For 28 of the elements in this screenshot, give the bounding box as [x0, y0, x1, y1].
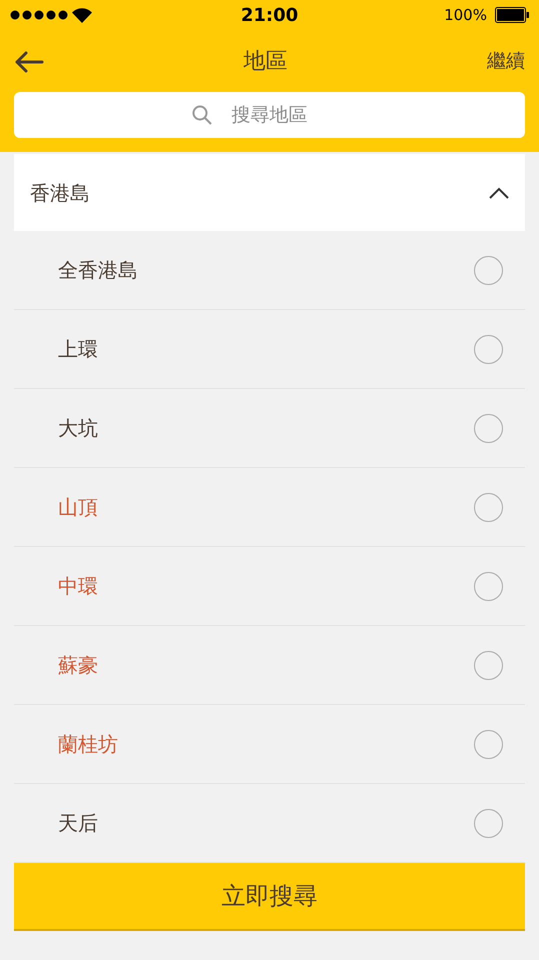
status-time: 21:00: [240, 4, 298, 28]
battery-icon: [494, 7, 529, 23]
signal-icon: [10, 10, 68, 20]
district-label[interactable]: 蘇豪: [58, 650, 98, 680]
search-now-button[interactable]: 立即搜尋: [14, 863, 525, 931]
district-label[interactable]: 中環: [58, 571, 98, 601]
district-label[interactable]: 天后: [58, 808, 98, 838]
section-header[interactable]: 香港島: [14, 154, 525, 231]
radio-button[interactable]: [474, 730, 503, 758]
radio-button[interactable]: [474, 256, 503, 284]
radio-button[interactable]: [474, 414, 503, 442]
back-button[interactable]: [14, 49, 44, 73]
search-icon: [192, 105, 212, 125]
battery-percent: 100%: [444, 4, 487, 26]
district-label[interactable]: 蘭桂坊: [58, 729, 118, 759]
radio-button[interactable]: [474, 334, 503, 364]
radio-button[interactable]: [474, 808, 503, 838]
radio-button[interactable]: [474, 650, 503, 680]
search-field[interactable]: 搜尋地區: [14, 92, 525, 138]
district-label[interactable]: 全香港島: [58, 255, 138, 285]
radio-button[interactable]: [474, 492, 503, 522]
district-label[interactable]: 大坑: [58, 413, 98, 443]
page-title: 地區: [244, 48, 288, 76]
wifi-icon: [72, 8, 92, 22]
district-label[interactable]: 山頂: [58, 492, 98, 522]
district-label[interactable]: 上環: [58, 334, 98, 364]
continue-button[interactable]: 繼續: [487, 46, 525, 76]
radio-button[interactable]: [474, 572, 503, 600]
